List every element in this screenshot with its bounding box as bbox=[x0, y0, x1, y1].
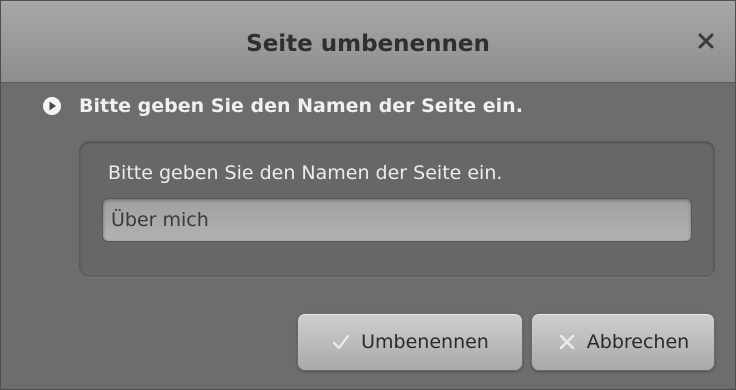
close-icon bbox=[698, 33, 714, 49]
checkmark-icon bbox=[331, 332, 351, 352]
page-name-input[interactable] bbox=[111, 209, 691, 231]
page-name-input-wrapper bbox=[102, 198, 692, 242]
rename-page-dialog: Seite umbenennen Bitte geben Sie den Nam… bbox=[0, 0, 736, 390]
prompt-row: Bitte geben Sie den Namen der Seite ein. bbox=[41, 93, 523, 119]
prompt-text: Bitte geben Sie den Namen der Seite ein. bbox=[79, 95, 523, 117]
close-button[interactable] bbox=[691, 26, 721, 56]
x-icon bbox=[557, 332, 577, 352]
rename-button[interactable]: Umbenennen bbox=[297, 313, 523, 371]
play-circle-icon bbox=[41, 95, 63, 117]
name-fieldset: Bitte geben Sie den Namen der Seite ein. bbox=[79, 141, 715, 277]
dialog-title: Seite umbenennen bbox=[246, 31, 490, 57]
cancel-button-label: Abbrechen bbox=[586, 331, 690, 353]
page-name-label: Bitte geben Sie den Namen der Seite ein. bbox=[108, 162, 503, 184]
rename-button-label: Umbenennen bbox=[361, 331, 489, 353]
cancel-button[interactable]: Abbrechen bbox=[531, 313, 715, 371]
dialog-titlebar: Seite umbenennen bbox=[1, 1, 735, 83]
